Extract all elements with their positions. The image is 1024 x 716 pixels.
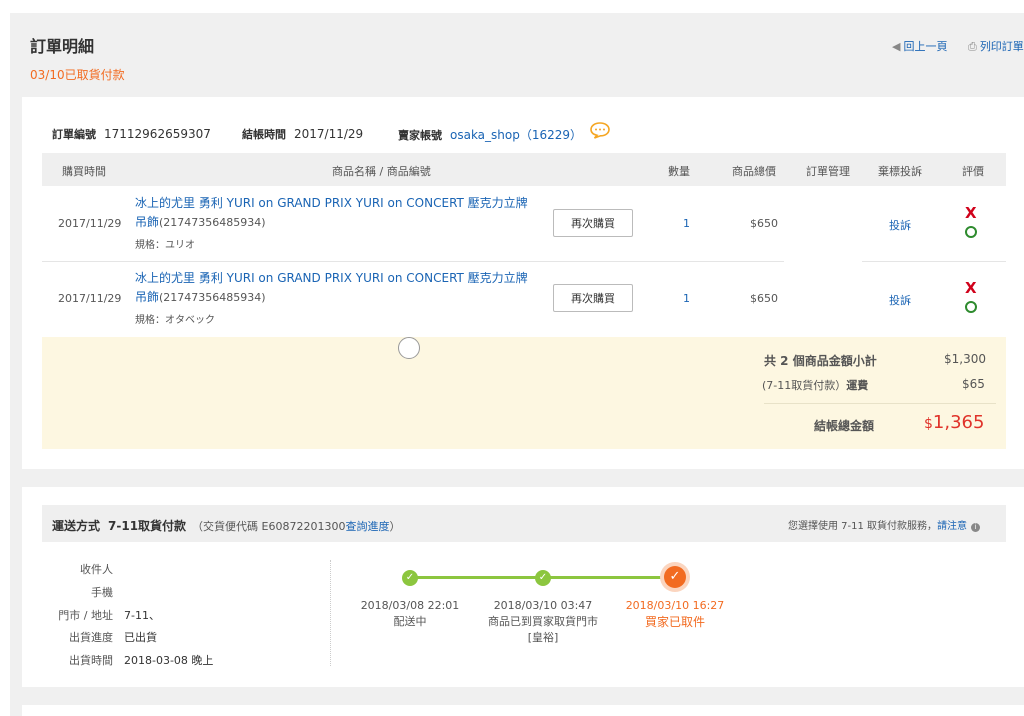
shipping-code-suffix: ） [389, 520, 401, 533]
col-header-qty: 數量 [668, 165, 690, 178]
back-arrow-icon: ◀ [892, 40, 901, 53]
row2-item-id: (21747356485934) [159, 291, 266, 304]
shipping-method-label: 運送方式 [52, 519, 101, 533]
summary-divider [764, 403, 996, 404]
grand-total-value: 1,365 [932, 412, 985, 433]
row2-product-name[interactable]: 冰上的尤里 勇利 YURI on GRAND PRIX YURI on CONC… [135, 269, 528, 307]
seller-link[interactable]: osaka_shop（16229） [450, 128, 582, 142]
timeline-step1: 2018/03/08 22:01 配送中 [350, 598, 470, 630]
recipient-label: 收件人 [80, 563, 113, 576]
ship-time-label: 出貨時間 [69, 654, 113, 667]
shipping-fee-prefix: (7-11取貨付款） [762, 379, 847, 392]
table-header [42, 153, 1006, 186]
seller-account: 賣家帳號 osaka_shop（16229） [398, 126, 582, 143]
checkout-time: 結帳時間 2017/11/29 [242, 126, 363, 142]
row1-product-name-line2[interactable]: 吊飾 [135, 215, 159, 229]
print-link[interactable]: ⎙ 列印訂單 [968, 38, 1024, 54]
timeline-step3-status: 買家已取件 [644, 615, 705, 629]
shipping-method: 運送方式 7-11取貨付款 （交貨便代碼 E60872201300查詢進度） [52, 517, 400, 534]
row1-rebuy-button[interactable]: 再次購買 [553, 209, 633, 237]
order-number-label: 訂單編號 [52, 128, 96, 141]
store-address-value: 7-11、 [124, 609, 160, 622]
grand-total-label: 結帳總金額 [814, 419, 875, 433]
row2-complaint-link[interactable]: 投訴 [889, 292, 911, 308]
row1-complaint-link[interactable]: 投訴 [889, 217, 911, 233]
order-number-value: 17112962659307 [104, 127, 211, 141]
timeline-step1-status: 配送中 [393, 615, 427, 628]
row1-date: 2017/11/29 [58, 217, 122, 230]
timeline-step3-check-icon: ✓ [664, 566, 686, 588]
row1-positive-rating-icon[interactable] [965, 226, 977, 238]
col-header-rating: 評價 [962, 165, 984, 178]
ship-progress-value: 已出貨 [124, 631, 157, 644]
seller-label: 賣家帳號 [398, 129, 442, 142]
order-number: 訂單編號 17112962659307 [52, 126, 211, 142]
shipping-code: （交貨便代碼 E60872201300 [192, 520, 346, 533]
row1-qty: 1 [683, 217, 690, 230]
info-icon[interactable]: i [971, 523, 981, 532]
shipping-method-value: 7-11取貨付款 [108, 519, 187, 533]
col-header-total: 商品總價 [732, 165, 776, 178]
timeline-step3-time: 2018/03/10 16:27 [625, 599, 725, 612]
checkout-time-label: 結帳時間 [242, 128, 286, 141]
row1-negative-rating-icon[interactable]: X [965, 204, 977, 222]
vertical-divider [330, 560, 331, 666]
row2-qty: 1 [683, 292, 690, 305]
row2-positive-rating-icon[interactable] [965, 301, 977, 313]
timeline-step1-check-icon: ✓ [402, 570, 418, 586]
grand-total-currency: $ [924, 416, 933, 432]
row2-product-name-line2[interactable]: 吊飾 [135, 290, 159, 304]
row2-negative-rating-icon[interactable]: X [965, 279, 977, 297]
ship-progress-label: 出貨進度 [69, 631, 113, 644]
order-status: 03/10已取貨付款 [30, 68, 125, 82]
back-link[interactable]: ◀ 回上一頁 [892, 38, 947, 54]
timeline-step2-store: [皇裕] [527, 631, 559, 644]
timeline-step2-check-icon: ✓ [535, 570, 551, 586]
row1-product-name-line1[interactable]: 冰上的尤里 勇利 YURI on GRAND PRIX YURI on CONC… [135, 194, 528, 213]
col-header-date: 購買時間 [62, 165, 106, 178]
col-header-complaint: 棄標投訴 [878, 165, 922, 178]
row2-rebuy-button[interactable]: 再次購買 [553, 284, 633, 312]
subtotal-label: 共 2 個商品金額小計 [764, 354, 877, 368]
track-progress-link[interactable]: 查詢進度 [345, 520, 389, 533]
ship-time-value: 2018-03-08 晚上 [124, 654, 214, 667]
timeline-step2: 2018/03/10 03:47 商品已到買家取貨門市 [皇裕] [478, 598, 608, 646]
row-divider [862, 261, 1006, 262]
row1-product-name[interactable]: 冰上的尤里 勇利 YURI on GRAND PRIX YURI on CONC… [135, 194, 528, 232]
timeline-step3: 2018/03/10 16:27 買家已取件 [615, 598, 735, 630]
store-address-label: 門市 / 地址 [58, 609, 113, 622]
row2-date: 2017/11/29 [58, 292, 122, 305]
timeline-step1-time: 2018/03/08 22:01 [360, 599, 460, 612]
next-card [22, 705, 1024, 716]
loading-spinner-icon [398, 337, 420, 359]
col-header-manage: 訂單管理 [806, 165, 850, 178]
page-title: 訂單明細 [30, 37, 95, 56]
back-link-label: 回上一頁 [903, 40, 948, 53]
service-notice-text: 您選擇使用 7-11 取貨付款服務， [788, 521, 938, 532]
col-header-product: 商品名稱 / 商品編號 [332, 165, 431, 178]
row1-spec: 規格：ユリオ [135, 240, 195, 251]
row2-spec: 規格：オタベック [135, 315, 215, 326]
row-divider [42, 261, 784, 262]
service-notice: 您選擇使用 7-11 取貨付款服務，請注意 i [788, 517, 981, 532]
row1-price: $650 [750, 217, 778, 230]
timeline-step2-status: 商品已到買家取貨門市 [488, 615, 598, 628]
shipping-fee-label: (7-11取貨付款）運費 [762, 377, 868, 393]
grand-total: $1,365 [924, 412, 984, 433]
checkout-time-value: 2017/11/29 [294, 127, 364, 141]
row2-product-name-line1[interactable]: 冰上的尤里 勇利 YURI on GRAND PRIX YURI on CONC… [135, 269, 528, 288]
printer-icon: ⎙ [968, 40, 977, 53]
message-icon[interactable] [589, 121, 611, 139]
shipping-fee-label-text: 運費 [846, 379, 869, 392]
phone-label: 手機 [91, 586, 113, 599]
row1-item-id: (21747356485934) [159, 216, 266, 229]
subtotal-value: $1,300 [944, 352, 986, 366]
print-link-label: 列印訂單 [979, 40, 1024, 53]
timeline-step2-time: 2018/03/10 03:47 [493, 599, 593, 612]
shipping-fee-value: $65 [962, 377, 985, 391]
notice-link[interactable]: 請注意 [937, 521, 967, 532]
row2-price: $650 [750, 292, 778, 305]
